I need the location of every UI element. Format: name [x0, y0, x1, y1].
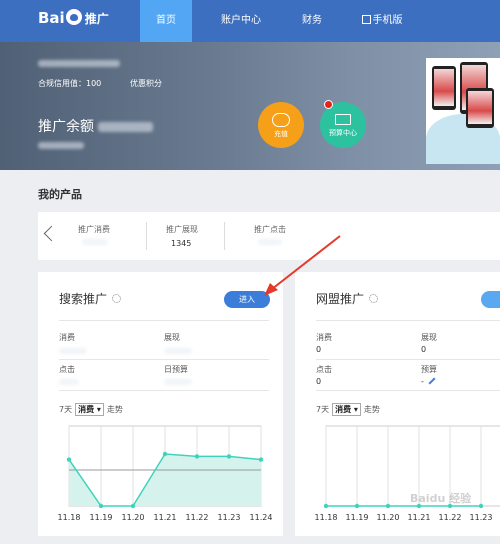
- watermark: Baidu 经验: [410, 492, 472, 505]
- annotation-arrow: [264, 235, 341, 296]
